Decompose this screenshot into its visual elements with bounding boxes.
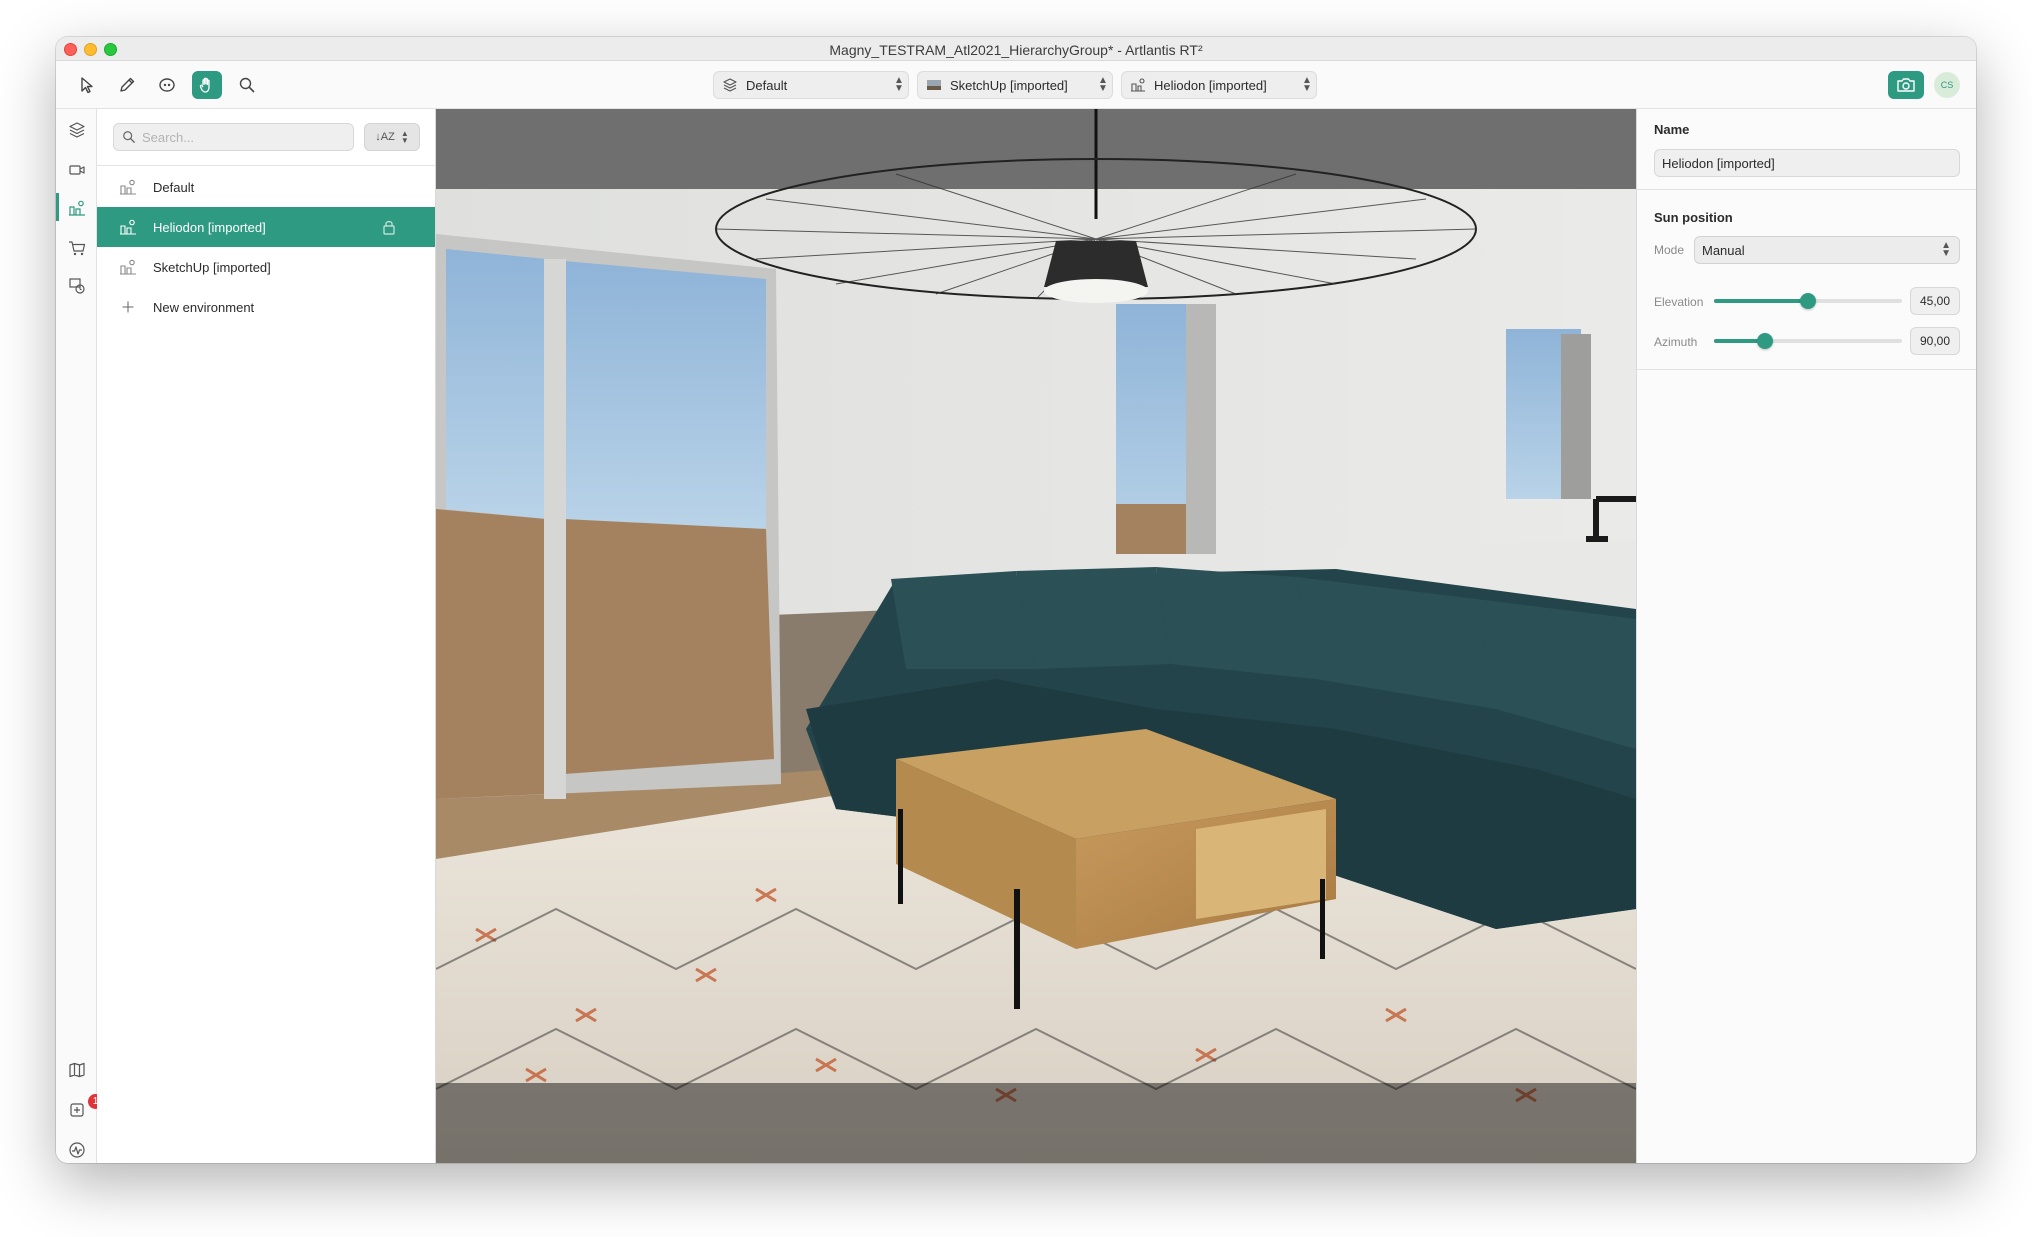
layer-dropdown[interactable]: Default ▲ ▼ [713,71,909,99]
app-window: Magny_TESTRAM_Atl2021_HierarchyGroup* - … [56,37,1976,1163]
new-environment-button[interactable]: New environment [97,287,435,327]
elevation-label: Elevation [1654,295,1704,309]
mode-label: Mode [1654,243,1685,257]
elevation-slider[interactable] [1714,293,1902,309]
elevation-slider-thumb[interactable] [1800,293,1816,309]
scene-render-image [436,109,1636,1163]
search-icon [123,131,135,143]
activity-icon [69,1142,85,1158]
pen-icon [120,77,135,92]
view-dropdown-label: SketchUp [imported] [950,77,1068,93]
pan-tool-button[interactable] [192,71,222,99]
environment-dropdown-label: Heliodon [imported] [1154,77,1267,93]
select-tool-button[interactable] [72,71,102,99]
hand-icon [199,77,210,93]
list-item-label: SketchUp [imported] [153,259,271,275]
azimuth-value-field[interactable]: 90,00 [1910,327,1960,355]
search-box[interactable] [113,123,354,151]
chevron-updown-icon: ▲ ▼ [1302,75,1312,94]
list-item-default[interactable]: Default [97,167,435,207]
list-divider [97,165,435,166]
camera-icon [69,165,85,175]
chevron-updown-icon: ▲ ▼ [1098,75,1108,94]
layers-icon [722,77,738,93]
render-camera-button[interactable] [1888,71,1924,99]
chevron-updown-icon: ▲ ▼ [894,75,904,94]
notifications-icon [70,1103,84,1117]
elevation-slider-fill [1714,299,1808,303]
heliodon-icon [119,178,137,196]
azimuth-slider-thumb[interactable] [1756,333,1773,349]
activity-rail-button[interactable] [66,1139,88,1161]
cart-icon [69,241,86,256]
map-book-icon [69,1062,85,1078]
zoom-tool-button[interactable] [232,71,262,99]
catalog-rail-button[interactable] [66,237,88,259]
inspector-panel: Name Heliodon [imported] Sun position Mo… [1636,109,1976,1163]
layer-dropdown-label: Default [746,77,788,93]
list-item-heliodon-imported[interactable]: Heliodon [imported] [97,207,435,247]
sun-position-heading: Sun position [1654,210,1733,225]
view-thumbnail-icon [926,77,942,93]
view-dropdown[interactable]: SketchUp [imported] ▲ ▼ [917,71,1113,99]
window-title: Magny_TESTRAM_Atl2021_HierarchyGroup* - … [829,42,1203,58]
chevron-updown-icon: ▲ ▼ [400,129,409,145]
list-item-label: Heliodon [imported] [153,219,266,235]
heliodons-rail-button[interactable] [66,197,88,219]
mode-select[interactable]: Manual ▲ ▼ [1694,236,1960,264]
pen-tool-button[interactable] [112,71,142,99]
sort-button[interactable]: ↓AZ ▲ ▼ [364,123,420,151]
inspector-divider [1637,369,1976,370]
orbit-icon [159,78,175,92]
azimuth-slider[interactable] [1714,333,1902,349]
environment-list-panel: ↓AZ ▲▼ Default Heliodon [imported] Sketc… [97,109,436,1163]
left-icon-rail: 1 [56,109,103,1163]
orbit-tool-button[interactable] [152,71,182,99]
main-toolbar: Default ▲ ▼ SketchUp [imported] ▲ ▼ Heliod… [56,61,1976,109]
heliodon-icon [119,258,137,276]
magnifier-icon [239,77,255,93]
name-field[interactable]: Heliodon [imported] [1654,149,1960,177]
objects-rail-button[interactable] [66,275,88,297]
mode-select-value: Manual [1702,242,1745,258]
cameras-rail-button[interactable] [66,159,88,181]
lock-icon[interactable] [381,219,397,235]
elevation-value-field[interactable]: 45,00 [1910,287,1960,315]
camera-icon [1897,78,1915,92]
notifications-rail-button[interactable]: 1 [66,1094,103,1121]
list-item-label: Default [153,179,195,195]
title-bar: Magny_TESTRAM_Atl2021_HierarchyGroup* - … [56,37,1976,61]
heliodon-icon [1130,77,1146,93]
heliodon-icon [119,218,137,236]
layers-rail-button[interactable] [66,119,88,141]
objects-icon [69,278,85,294]
render-viewport[interactable] [436,109,1636,1163]
chevron-updown-icon: ▲ ▼ [1941,240,1951,259]
azimuth-label: Azimuth [1654,335,1698,349]
name-heading: Name [1654,122,1690,137]
environment-dropdown[interactable]: Heliodon [imported] ▲ ▼ [1121,71,1317,99]
search-input[interactable] [142,129,342,145]
sort-az-icon: ↓AZ [375,131,395,143]
heliodon-icon [69,200,85,216]
arrow-pointer-icon [81,77,93,94]
list-item-sketchup-imported[interactable]: SketchUp [imported] [97,247,435,287]
new-environment-label: New environment [153,299,255,315]
plus-icon [119,298,137,316]
user-avatar[interactable]: CS [1934,72,1960,98]
inspector-divider [1637,189,1976,190]
layers-icon [69,122,85,138]
rail-active-indicator [56,193,59,221]
help-book-rail-button[interactable] [66,1059,88,1081]
